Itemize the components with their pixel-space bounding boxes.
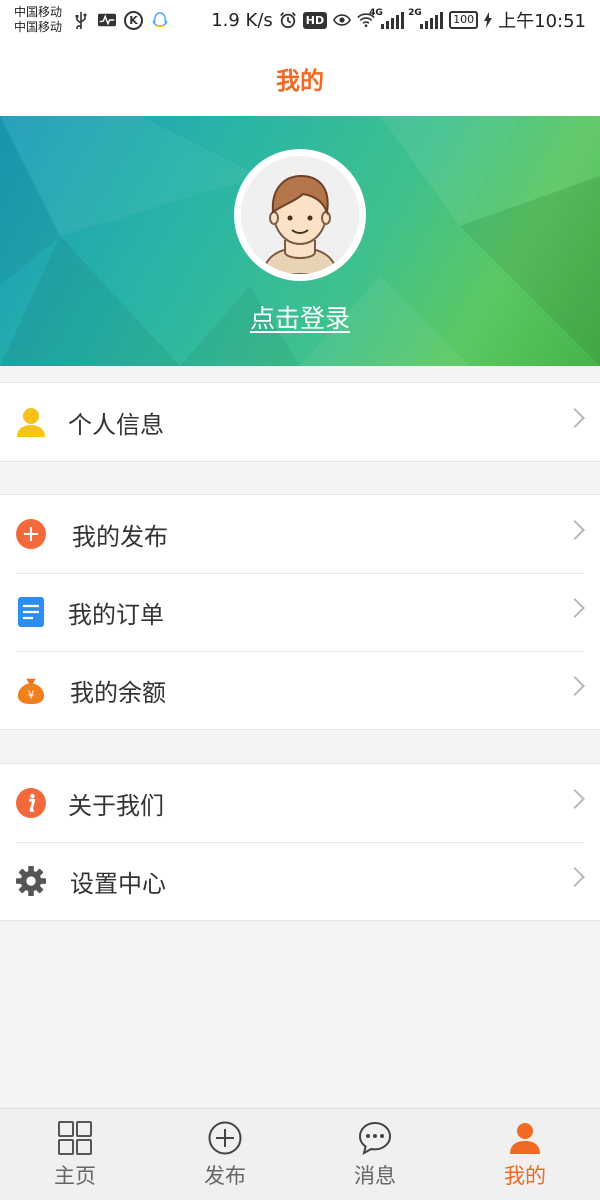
profile-banner: 点击登录 xyxy=(0,116,600,366)
signal-1-icon: 4G xyxy=(369,8,405,29)
menu-item-label: 个人信息 xyxy=(68,410,164,439)
chevron-right-icon xyxy=(565,867,585,887)
tab-label: 消息 xyxy=(354,1163,396,1188)
tab-label: 发布 xyxy=(204,1163,246,1188)
eye-icon xyxy=(333,11,352,29)
plus-circle-icon xyxy=(16,519,46,549)
tab-label: 我的 xyxy=(504,1163,546,1188)
person-icon xyxy=(507,1120,543,1156)
usb-icon xyxy=(72,11,90,29)
app-header: 我的 xyxy=(0,40,600,116)
menu-group-app: 关于我们 设置中心 xyxy=(0,763,600,921)
charging-icon xyxy=(484,11,493,29)
status-bar: 中国移动 中国移动 K 1.9 K/s HD 4G 2G 100 上午10:51 xyxy=(0,0,600,40)
avatar-image xyxy=(241,156,359,274)
chevron-right-icon xyxy=(565,676,585,696)
hd-badge: HD xyxy=(302,11,328,29)
bottom-tab-bar: 主页 发布 消息 我的 xyxy=(0,1108,600,1200)
menu-item-my-posts[interactable]: 我的发布 xyxy=(0,495,600,573)
menu-item-personal-info[interactable]: 个人信息 xyxy=(0,383,600,461)
menu-item-my-balance[interactable]: ¥ 我的余额 xyxy=(0,651,600,729)
activity-icon xyxy=(98,11,117,29)
carrier-2: 中国移动 xyxy=(14,20,63,34)
chevron-right-icon xyxy=(565,789,585,809)
chevron-right-icon xyxy=(565,408,585,428)
carrier-1: 中国移动 xyxy=(14,5,63,19)
alarm-icon xyxy=(279,11,297,29)
k-app-icon: K xyxy=(124,10,144,30)
menu-item-label: 我的发布 xyxy=(72,522,168,551)
menu-item-label: 我的余额 xyxy=(70,678,166,707)
tab-messages[interactable]: 消息 xyxy=(300,1109,450,1200)
money-bag-icon: ¥ xyxy=(16,675,46,705)
qq-icon xyxy=(151,11,169,29)
plus-circle-icon xyxy=(207,1120,243,1156)
signal-2-icon: 2G xyxy=(408,8,444,29)
notification-icons: K xyxy=(72,10,169,30)
tab-publish[interactable]: 发布 xyxy=(150,1109,300,1200)
tab-label: 主页 xyxy=(54,1163,96,1188)
chat-bubble-icon xyxy=(357,1120,393,1156)
menu-group-account: 我的发布 我的订单 ¥ 我的余额 xyxy=(0,494,600,730)
menu-item-settings[interactable]: 设置中心 xyxy=(0,842,600,920)
system-status: 1.9 K/s HD 4G 2G 100 上午10:51 xyxy=(211,7,586,33)
network-speed: 1.9 K/s xyxy=(211,9,273,31)
menu-item-label: 设置中心 xyxy=(70,869,166,898)
tab-mine[interactable]: 我的 xyxy=(450,1109,600,1200)
gear-icon xyxy=(16,866,46,896)
document-icon xyxy=(16,597,46,627)
menu-item-label: 关于我们 xyxy=(68,791,164,820)
menu-item-about-us[interactable]: 关于我们 xyxy=(0,764,600,842)
avatar[interactable] xyxy=(234,149,366,281)
svg-text:¥: ¥ xyxy=(28,689,35,701)
chevron-right-icon xyxy=(565,520,585,540)
menu-group-profile: 个人信息 xyxy=(0,382,600,462)
clock: 上午10:51 xyxy=(498,11,586,32)
grid-icon xyxy=(57,1120,93,1156)
login-link[interactable]: 点击登录 xyxy=(0,299,600,335)
tab-home[interactable]: 主页 xyxy=(0,1109,150,1200)
default-avatar-icon xyxy=(241,156,359,274)
chevron-right-icon xyxy=(565,598,585,618)
page-title: 我的 xyxy=(276,66,324,95)
carrier-info: 中国移动 中国移动 xyxy=(14,5,62,35)
menu-item-my-orders[interactable]: 我的订单 xyxy=(0,573,600,651)
info-icon xyxy=(16,788,46,818)
person-icon xyxy=(16,407,46,437)
battery-icon: 100 xyxy=(449,11,479,29)
menu-item-label: 我的订单 xyxy=(68,600,164,629)
